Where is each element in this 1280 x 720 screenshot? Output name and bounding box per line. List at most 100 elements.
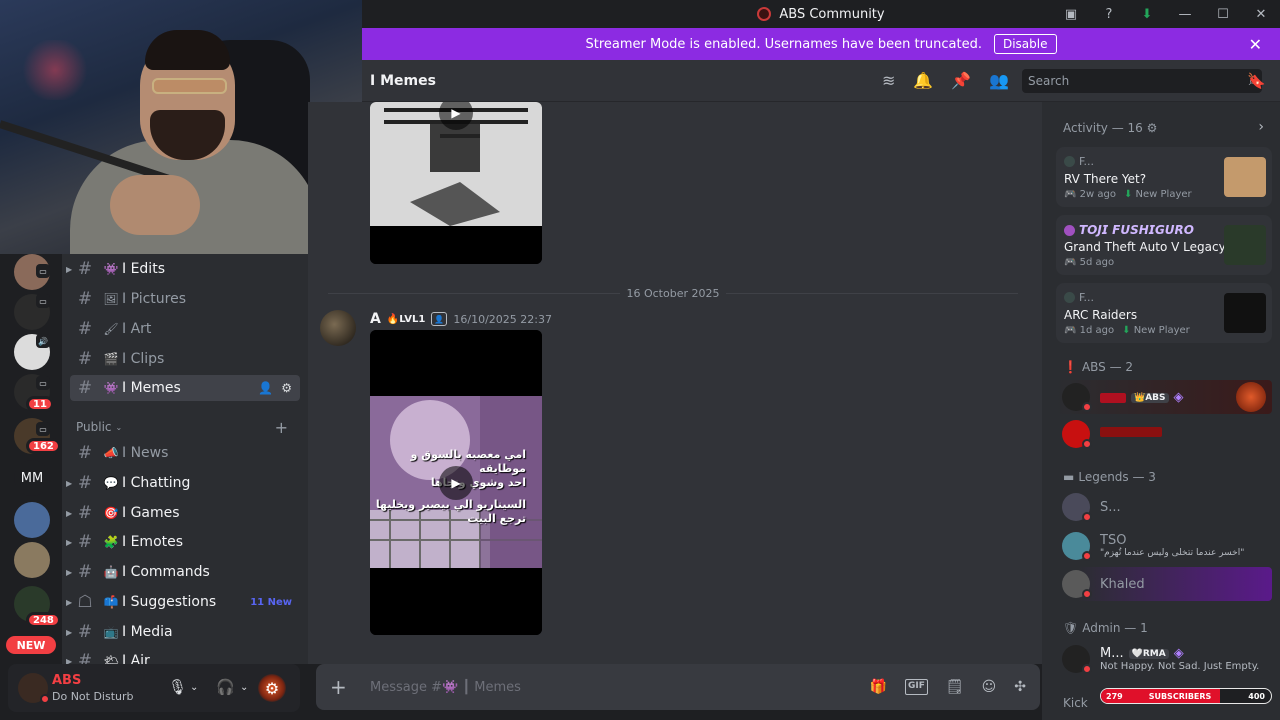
channel-label: I Media: [122, 624, 173, 640]
hash-icon: #: [77, 349, 93, 369]
download-icon[interactable]: ⬇: [1128, 0, 1166, 28]
video-attachment[interactable]: ▶: [370, 102, 542, 264]
channel-commands[interactable]: ▶ # 🤖 I Commands: [66, 559, 300, 585]
member-section-header: ▬ Legends — 3: [1063, 470, 1156, 484]
gift-icon[interactable]: 🎁: [870, 679, 887, 695]
screen-share-icon: ▭: [36, 294, 50, 308]
activity-card[interactable]: F... ARC Raiders 🎮 1d agoNew Player: [1056, 283, 1272, 343]
activity-username: F...: [1079, 291, 1095, 304]
channel-emoji: 👾: [103, 262, 119, 276]
channel-air[interactable]: ▶ # 🌤 I Air: [66, 648, 300, 664]
server-icon[interactable]: [14, 502, 50, 538]
inbox-icon[interactable]: ▣: [1052, 0, 1090, 28]
new-unreads-pill[interactable]: NEW: [6, 636, 56, 654]
game-thumbnail: [1224, 293, 1266, 333]
member-row[interactable]: M... 🤍RMA ◈ Not Happy. Not Sad. Just Empty…: [1056, 642, 1272, 676]
channel-label: I Chatting: [122, 475, 191, 491]
play-icon[interactable]: ▶: [439, 466, 473, 500]
pin-icon[interactable]: 📌: [951, 71, 971, 90]
add-attachment-icon[interactable]: +: [330, 675, 347, 699]
category-public[interactable]: Public ⌄ +: [76, 417, 298, 437]
channel-label: I Clips: [122, 351, 165, 367]
message-timestamp: 16/10/2025 22:37: [453, 312, 552, 326]
banner-text: Streamer Mode is enabled. Usernames have…: [585, 36, 982, 52]
bookmark-icon[interactable]: 🔖: [1247, 72, 1266, 90]
user-panel: ABS Do Not Disturb 🎙 ⌄ 🎧 ⌄ ⚙: [8, 664, 300, 712]
user-settings-gear-icon[interactable]: ⚙: [258, 674, 286, 702]
chevron-right-icon: ▶: [66, 627, 73, 637]
channel-label: I Games: [122, 505, 180, 521]
apps-icon[interactable]: ✣: [1014, 679, 1026, 695]
chevron-down-icon[interactable]: ⌄: [240, 682, 248, 693]
maximize-icon[interactable]: ☐: [1204, 0, 1242, 28]
message-author[interactable]: A: [370, 311, 381, 327]
channel-clips[interactable]: # 🎬 I Clips: [70, 346, 300, 372]
chevron-right-icon[interactable]: ›: [1258, 119, 1264, 135]
microphone-icon[interactable]: 🎙: [168, 678, 187, 696]
channel-pictures[interactable]: # 🖼 I Pictures: [70, 286, 300, 312]
channel-emoji: 📣: [103, 446, 119, 460]
channel-chatting[interactable]: ▶ # 💬 I Chatting: [66, 470, 300, 496]
help-icon[interactable]: ?: [1090, 0, 1128, 28]
activity-card[interactable]: F... RV There Yet? 🎮 2w agoNew Player: [1056, 147, 1272, 207]
server-icon[interactable]: [14, 542, 50, 578]
channel-emotes[interactable]: ▶ # 🧩 I Emotes: [66, 529, 300, 555]
message-input[interactable]: Message #👾 ┃ Memes: [370, 680, 521, 695]
banner-close-icon[interactable]: ✕: [1249, 35, 1262, 54]
headphones-icon[interactable]: 🎧: [216, 678, 235, 696]
channel-memes[interactable]: # 👾 I Memes 👤 ⚙: [70, 375, 300, 401]
server-icon-text[interactable]: MM: [14, 460, 50, 496]
search-input[interactable]: Search ⌕: [1022, 69, 1262, 93]
section-label: Legends — 3: [1078, 470, 1156, 484]
gear-icon[interactable]: ⚙: [1147, 121, 1158, 135]
channel-edits[interactable]: ▶ # 👾 I Edits: [66, 256, 300, 282]
close-icon[interactable]: ✕: [1242, 0, 1280, 28]
member-row[interactable]: [1056, 417, 1272, 451]
avatar[interactable]: [320, 310, 356, 346]
hash-icon: #: [77, 532, 93, 552]
threads-icon[interactable]: ≋: [882, 71, 895, 90]
channel-art[interactable]: # 🖌 I Art: [70, 316, 300, 342]
member-row[interactable]: S...: [1056, 490, 1272, 524]
gif-icon[interactable]: GIF: [904, 679, 928, 695]
emoji-icon[interactable]: ☺: [982, 679, 997, 695]
video-attachment[interactable]: امي معصبه بالسوق و موطايقه احد وشوي وتجا…: [370, 330, 542, 635]
member-row[interactable]: 👑ABS ◈: [1056, 380, 1272, 414]
create-channel-icon[interactable]: +: [275, 418, 288, 437]
notification-bell-icon[interactable]: 🔔: [913, 71, 933, 90]
speaker-icon: 🔊: [36, 334, 50, 348]
chevron-right-icon: ▶: [66, 508, 73, 518]
activity-time: 5d ago: [1079, 257, 1115, 268]
channel-media[interactable]: ▶ # 📺 I Media: [66, 619, 300, 645]
channel-label: I Air: [122, 653, 150, 664]
channel-games[interactable]: ▶ # 🎯 I Games: [66, 500, 300, 526]
activity-meta: 🎮 2w agoNew Player: [1064, 189, 1192, 200]
section-icon: ▬: [1063, 470, 1075, 484]
hash-icon: #: [77, 651, 93, 664]
minimize-icon[interactable]: —: [1166, 0, 1204, 28]
chevron-down-icon[interactable]: ⌄: [190, 682, 198, 693]
streamer-mode-banner: Streamer Mode is enabled. Usernames have…: [362, 28, 1280, 60]
disable-streamer-mode-button[interactable]: Disable: [993, 34, 1057, 54]
activity-game: Grand Theft Auto V Legacy: [1064, 240, 1226, 254]
app-window: ABS Community ▣ ? ⬇ — ☐ ✕ Streamer Mode …: [0, 0, 1280, 720]
member-list-icon[interactable]: 👥: [989, 71, 1009, 90]
activity-meta: 🎮 1d agoNew Player: [1064, 325, 1190, 336]
dnd-status-icon: [1082, 589, 1092, 599]
invite-icon[interactable]: 👤: [258, 381, 273, 395]
channel-news[interactable]: # 📣 I News: [70, 440, 300, 466]
channel-suggestions[interactable]: ▶ ☖ 📫 I Suggestions 11 New: [66, 589, 300, 615]
new-posts-badge: 11 New: [250, 596, 292, 608]
member-row[interactable]: TSO "اخسر عندما تتخلى وليس عندما تُهزم": [1056, 529, 1272, 563]
activity-card[interactable]: 𝙏𝙊𝙅𝙄 𝙁𝙐𝙎𝙃𝙄𝙂𝙐𝙍𝙊 Grand Theft Auto V Legacy…: [1056, 215, 1272, 275]
activity-time: 1d ago: [1079, 325, 1115, 336]
member-row[interactable]: Khaled: [1056, 567, 1272, 601]
category-label: Public: [76, 420, 112, 434]
dnd-status-icon: [1082, 664, 1092, 674]
member-custom-status: Not Happy. Not Sad. Just Empty.: [1100, 661, 1260, 672]
message-list: ▶ 16 October 2025 A 🔥LVL1 👤 16/10/2025 2…: [308, 102, 1042, 664]
mention-badge: 248: [26, 612, 61, 628]
gear-icon[interactable]: ⚙: [281, 381, 292, 395]
window-title: ABS Community: [757, 7, 885, 22]
sticker-icon[interactable]: 🗒: [946, 679, 964, 695]
